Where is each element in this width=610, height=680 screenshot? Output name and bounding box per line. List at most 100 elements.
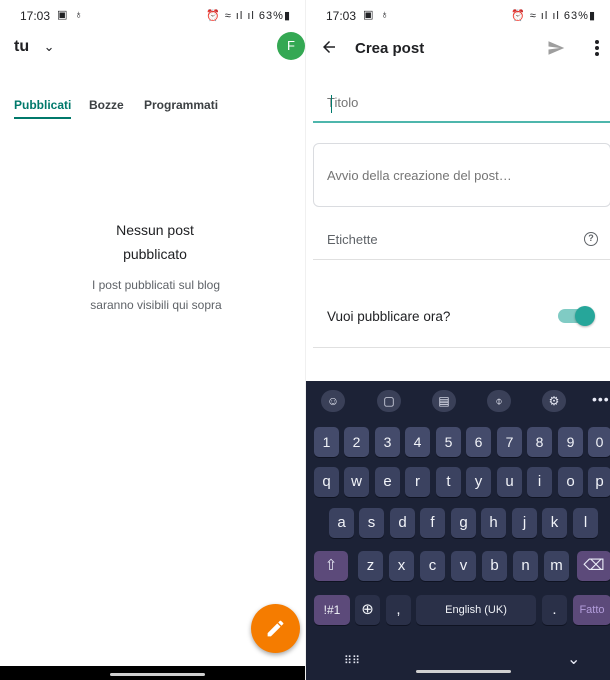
title-field[interactable] [313,87,610,123]
publish-button[interactable] [546,39,566,62]
tab-programmati[interactable]: Programmati [144,98,218,112]
key-j[interactable]: j [512,508,537,538]
battery-level: 63%▮ [563,10,596,22]
empty-sub-line2: saranno visibili qui sopra [90,298,222,312]
key-f[interactable]: f [420,508,445,538]
avatar[interactable]: F [277,32,305,60]
key-9[interactable]: 9 [558,427,583,457]
empty-state-title: Nessun post pubblicato [0,218,305,266]
labels-placeholder: Etichette [327,232,378,247]
key-0[interactable]: 0 [588,427,610,457]
notification-icons: ▣ ♁ [57,9,85,21]
system-icons: ⏰ ≈ ıl ıl 63%▮ [511,9,596,22]
key-4[interactable]: 4 [405,427,430,457]
back-button[interactable] [320,38,338,61]
notification-icons: ▣ ♁ [363,9,391,21]
key-v[interactable]: v [451,551,476,581]
key-g[interactable]: g [451,508,476,538]
account-switcher[interactable]: tu ⌄ [14,38,54,56]
key-y[interactable]: y [466,467,491,497]
microphone-icon[interactable]: ⌽ [487,390,511,412]
arrow-left-icon [323,41,335,53]
chevron-down-icon: ⌄ [43,39,55,54]
empty-title-line1: Nessun post [116,222,194,238]
more-dots-icon[interactable]: ••• [592,391,610,407]
status-bar: 17:03 ▣ ♁ ⏰ ≈ ıl ıl 63%▮ [0,0,305,30]
on-screen-keyboard: ☺ ▢ ▤ ⌽ ⚙ ••• 1 2 3 4 5 6 7 8 9 0 q w e … [306,381,610,680]
key-7[interactable]: 7 [497,427,522,457]
keyboard-nav-bar: ⠿⠿ ⌄ [306,644,610,680]
period-key[interactable]: . [542,595,567,625]
publish-now-row: Vuoi pubblicare ora? [313,290,610,348]
labels-field[interactable]: Etichette ? [313,222,610,260]
status-time: 17:03 [326,9,357,23]
globe-icon[interactable]: ⊕ [355,595,380,625]
key-o[interactable]: o [558,467,583,497]
key-p[interactable]: p [588,467,610,497]
done-key[interactable]: Fatto [573,595,610,625]
help-icon[interactable]: ? [584,232,598,246]
keyboard-toolbar: ☺ ▢ ▤ ⌽ ⚙ ••• [306,381,610,421]
key-s[interactable]: s [359,508,384,538]
settings-gear-icon[interactable]: ⚙ [542,390,566,412]
key-z[interactable]: z [358,551,383,581]
empty-title-line2: pubblicato [123,246,187,262]
key-q[interactable]: q [314,467,339,497]
space-key[interactable]: English (UK) [416,595,536,625]
toggle-knob [575,306,595,326]
key-2[interactable]: 2 [344,427,369,457]
symbols-key[interactable]: !#1 [314,595,350,625]
status-time: 17:03 [20,9,51,23]
key-h[interactable]: h [481,508,506,538]
key-w[interactable]: w [344,467,369,497]
tab-bozze[interactable]: Bozze [89,98,124,112]
account-name: tu [14,38,30,55]
empty-state-subtitle: I post pubblicati sul blog saranno visib… [0,275,305,315]
backspace-key[interactable]: ⌫ [577,551,610,581]
tab-pubblicati[interactable]: Pubblicati [14,98,72,119]
emoji-icon[interactable]: ☺ [321,390,345,412]
key-6[interactable]: 6 [466,427,491,457]
more-options-button[interactable] [594,39,600,62]
battery-level: 63%▮ [258,10,291,22]
text-cursor [331,95,332,113]
key-n[interactable]: n [513,551,538,581]
status-bar: 17:03 ▣ ♁ ⏰ ≈ ıl ıl 63%▮ [306,0,610,30]
post-body-input[interactable] [314,144,610,206]
clipboard-icon[interactable]: ▢ [377,390,401,412]
key-e[interactable]: e [375,467,400,497]
key-r[interactable]: r [405,467,430,497]
title-input[interactable] [313,87,610,110]
key-m[interactable]: m [544,551,569,581]
key-8[interactable]: 8 [527,427,552,457]
system-nav-bar [0,666,305,680]
key-x[interactable]: x [389,551,414,581]
publish-now-toggle[interactable] [558,306,595,326]
home-gesture-pill[interactable] [416,670,511,673]
keyboard-switch-icon[interactable]: ⠿⠿ [344,654,360,667]
publish-now-label: Vuoi pubblicare ora? [327,309,451,324]
key-l[interactable]: l [573,508,598,538]
system-icons: ⏰ ≈ ıl ıl 63%▮ [206,9,291,22]
key-i[interactable]: i [527,467,552,497]
key-3[interactable]: 3 [375,427,400,457]
create-post-screen: 17:03 ▣ ♁ ⏰ ≈ ıl ıl 63%▮ Crea post Etich… [305,0,610,680]
key-b[interactable]: b [482,551,507,581]
key-k[interactable]: k [542,508,567,538]
key-1[interactable]: 1 [314,427,339,457]
shift-key[interactable]: ⇧ [314,551,348,581]
key-5[interactable]: 5 [436,427,461,457]
pencil-icon [267,620,284,637]
key-u[interactable]: u [497,467,522,497]
key-a[interactable]: a [329,508,354,538]
new-post-fab[interactable] [251,604,300,653]
key-t[interactable]: t [436,467,461,497]
key-c[interactable]: c [420,551,445,581]
signal-icons: ⏰ ≈ ıl ıl [510,10,560,22]
comma-key[interactable]: , [386,595,411,625]
home-gesture-pill[interactable] [110,673,205,676]
hide-keyboard-icon[interactable]: ⌄ [567,649,580,669]
post-body-field[interactable] [313,143,610,207]
text-editing-icon[interactable]: ▤ [432,390,456,412]
key-d[interactable]: d [390,508,415,538]
